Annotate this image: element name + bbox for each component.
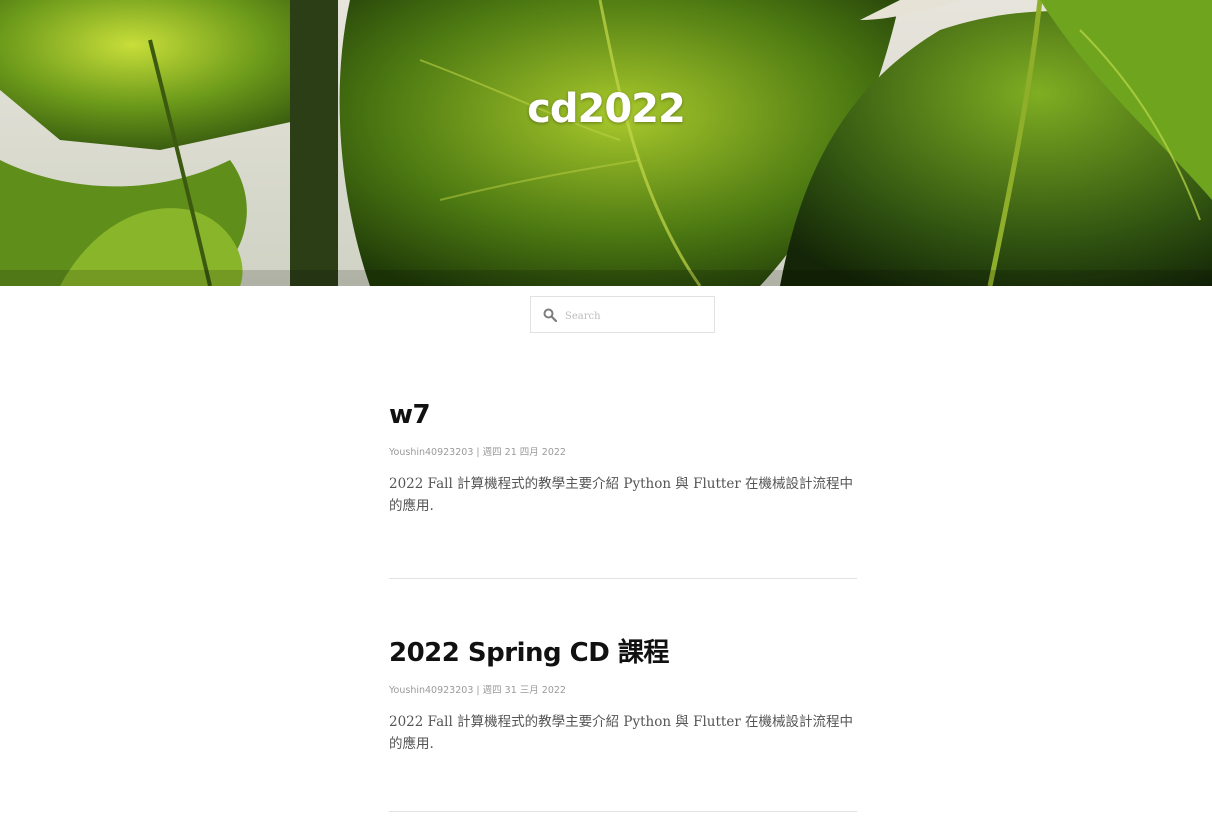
search-icon (543, 308, 557, 322)
post-meta: Youshin40923203 | 週四 31 三月 2022 (389, 683, 857, 699)
site-title[interactable]: cd2022 (0, 86, 1212, 132)
post-author-link[interactable]: Youshin40923203 (389, 447, 473, 458)
hero-banner: cd2022 (0, 0, 1212, 286)
post-list: w7 Youshin40923203 | 週四 21 四月 2022 2022 … (389, 395, 857, 812)
post-title-link[interactable]: 2022 Spring CD 課程 (389, 633, 857, 673)
meta-separator: | (476, 685, 480, 696)
post-summary: 2022 Fall 計算機程式的教學主要介紹 Python 與 Flutter … (389, 476, 854, 514)
post-item: w7 Youshin40923203 | 週四 21 四月 2022 2022 … (389, 395, 857, 578)
post-title-link[interactable]: w7 (389, 395, 857, 435)
post-divider (389, 811, 857, 812)
search-input[interactable] (563, 303, 712, 329)
meta-separator: | (476, 447, 480, 458)
post-date: 週四 21 四月 2022 (482, 447, 566, 458)
post-summary: 2022 Fall 計算機程式的教學主要介紹 Python 與 Flutter … (389, 714, 854, 752)
post-meta: Youshin40923203 | 週四 21 四月 2022 (389, 445, 857, 461)
post-date: 週四 31 三月 2022 (482, 685, 566, 696)
search-box[interactable] (530, 296, 715, 333)
post-author-link[interactable]: Youshin40923203 (389, 685, 473, 696)
post-divider (389, 578, 857, 579)
hero-leaves-image (0, 0, 1212, 286)
post-item: 2022 Spring CD 課程 Youshin40923203 | 週四 3… (389, 633, 857, 811)
